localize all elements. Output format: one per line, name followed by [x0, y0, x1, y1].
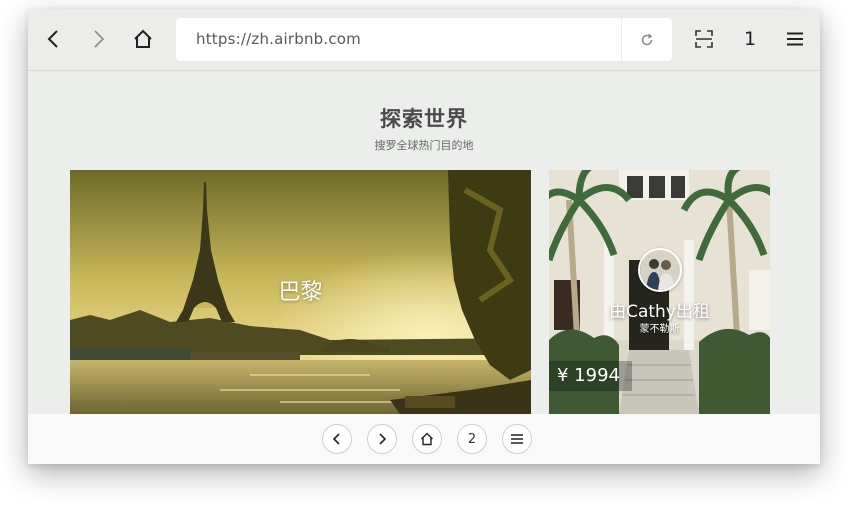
browser-toolbar: https://zh.airbnb.com 1 — [28, 9, 820, 71]
url-text[interactable]: https://zh.airbnb.com — [196, 18, 361, 61]
home-icon — [134, 29, 152, 48]
bottom-back-button[interactable] — [322, 424, 352, 454]
address-bar[interactable]: https://zh.airbnb.com — [176, 18, 672, 61]
home-icon — [421, 432, 433, 446]
back-arrow-icon — [47, 30, 58, 48]
forward-arrow-icon — [379, 433, 387, 445]
bottom-tab-count-button[interactable]: 2 — [457, 424, 487, 454]
scan-button[interactable] — [686, 21, 722, 57]
destination-label: 巴黎 — [278, 280, 323, 305]
back-arrow-icon — [332, 433, 340, 445]
menu-button[interactable] — [777, 21, 813, 57]
tab-count-button[interactable]: 1 — [736, 21, 764, 57]
scan-icon — [695, 30, 713, 48]
browser-window: https://zh.airbnb.com 1 探索世界 搜罗全球热门目的地 巴… — [28, 9, 820, 464]
bottom-forward-button[interactable] — [367, 424, 397, 454]
section-subtitle: 搜罗全球热门目的地 — [374, 139, 474, 152]
reload-icon — [641, 33, 653, 45]
section-title: 探索世界 — [380, 107, 468, 131]
reload-button[interactable] — [622, 18, 672, 61]
host-label: 由Cathy出租 — [609, 302, 710, 322]
destination-card-paris[interactable]: 巴黎 — [70, 170, 531, 414]
menu-icon — [787, 32, 803, 46]
forward-button[interactable] — [80, 21, 116, 57]
bottom-navigation-bar: 2 — [28, 414, 820, 464]
forward-arrow-icon — [94, 30, 105, 48]
price-badge: ¥ 1994 — [549, 361, 632, 391]
menu-icon — [511, 434, 523, 444]
bottom-menu-button[interactable] — [502, 424, 532, 454]
host-photo — [640, 250, 680, 290]
bottom-home-button[interactable] — [412, 424, 442, 454]
listing-card[interactable]: 由Cathy出租 蒙不勒斯 ¥ 1994 — [549, 170, 770, 414]
page-content: 探索世界 搜罗全球热门目的地 巴黎 由Cathy出租 蒙不勒斯 ¥ 1994 — [28, 71, 820, 414]
back-button[interactable] — [36, 21, 72, 57]
home-button[interactable] — [125, 21, 161, 57]
host-location: 蒙不勒斯 — [639, 324, 680, 335]
tab-count: 2 — [467, 431, 477, 447]
host-avatar[interactable] — [638, 248, 682, 292]
